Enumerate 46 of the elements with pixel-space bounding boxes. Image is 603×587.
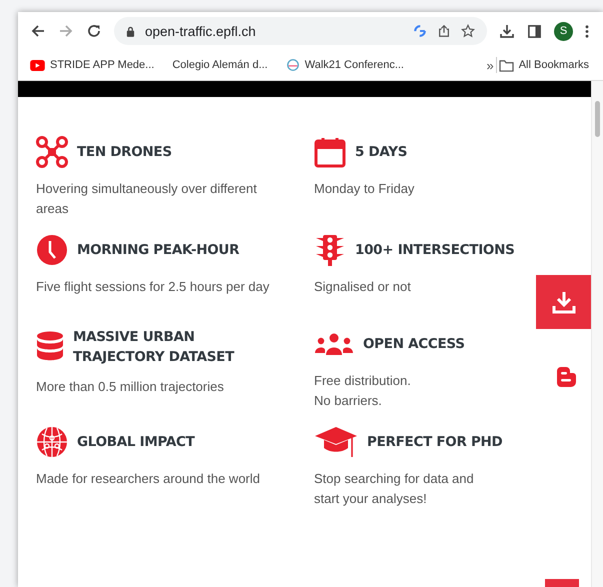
side-panel-icon[interactable]	[527, 24, 542, 38]
reload-icon[interactable]	[86, 23, 102, 39]
logo-icon	[286, 58, 300, 72]
feature-title: GLOBAL IMPACT	[77, 433, 194, 452]
folder-icon	[498, 58, 514, 72]
feature-title: TEN DRONES	[77, 143, 172, 162]
feature-title: PERFECT FOR PHD	[367, 433, 502, 452]
drone-icon	[36, 136, 68, 168]
bookmark-link[interactable]: Colegio Alemán d...	[172, 59, 268, 71]
database-icon	[36, 331, 64, 363]
star-icon[interactable]	[461, 24, 475, 38]
feature-description: Free distribution. No barriers.	[314, 372, 412, 410]
feature-description: Monday to Friday	[314, 180, 416, 198]
globe-icon	[36, 426, 68, 458]
feature-title: 100+ INTERSECTIONS	[355, 241, 515, 260]
bookmarks-overflow-button[interactable]: »	[486, 58, 494, 72]
calendar-icon	[314, 136, 346, 168]
all-bookmarks-button[interactable]: All Bookmarks	[498, 58, 589, 72]
share-icon[interactable]	[437, 24, 451, 38]
address-bar[interactable]: open-traffic.epfl.ch	[114, 17, 487, 45]
bookmark-link[interactable]: Walk21 Conferenc...	[286, 58, 404, 72]
blog-icon[interactable]	[555, 366, 577, 388]
feature-title: MORNING PEAK-HOUR	[77, 241, 240, 260]
feature-title: 5 DAYS	[355, 143, 408, 162]
lock-icon	[126, 26, 135, 36]
url-text: open-traffic.epfl.ch	[145, 24, 256, 38]
profile-avatar[interactable]: S	[554, 22, 573, 40]
graduation-cap-icon	[314, 425, 358, 459]
feature-title: OPEN ACCESS	[363, 335, 465, 354]
feature-description: More than 0.5 million trajectories	[36, 378, 225, 396]
download-button[interactable]	[536, 275, 591, 329]
play-icon	[30, 60, 45, 70]
traffic-light-icon	[314, 234, 346, 266]
back-icon[interactable]	[30, 23, 46, 39]
bookmark-link[interactable]: STRIDE APP Mede...	[30, 59, 154, 71]
download-icon[interactable]	[499, 23, 515, 39]
people-icon	[314, 333, 354, 355]
feature-description: Five flight sessions for 2.5 hours per day	[36, 278, 270, 296]
feature-description: Stop searching for data and start your analyses!	[314, 470, 475, 508]
menu-icon[interactable]	[585, 24, 589, 38]
download-icon	[552, 290, 576, 314]
feature-description: Hovering simultaneously over different areas	[36, 180, 258, 218]
feature-description: Signalised or not	[314, 278, 412, 296]
feature-description: Made for researchers around the world	[36, 470, 262, 488]
clock-icon	[36, 234, 68, 266]
feature-title: MASSIVE URBAN TRAJECTORY DATASET	[73, 328, 236, 367]
